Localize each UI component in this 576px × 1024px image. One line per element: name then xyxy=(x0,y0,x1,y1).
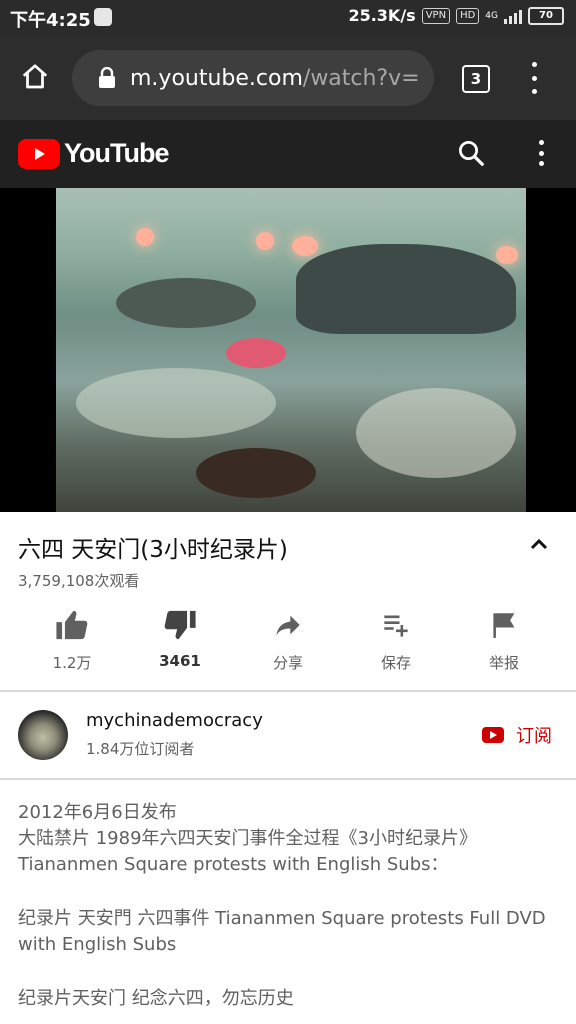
description-line: Tiananmen Square protests with English S… xyxy=(18,854,449,875)
url-text: m.youtube.com/watch?v= xyxy=(130,66,420,91)
chevron-up-icon xyxy=(530,538,548,550)
youtube-wordmark: YouTube xyxy=(64,138,169,168)
tab-count: 3 xyxy=(470,70,482,88)
thumbs-down-icon xyxy=(164,610,196,640)
browser-menu-button[interactable] xyxy=(528,62,540,94)
description-line: 纪录片天安门 纪念六四，勿忘历史 xyxy=(18,988,294,1009)
battery-level: 70 xyxy=(539,10,553,21)
tab-switcher-button[interactable]: 3 xyxy=(462,65,490,93)
report-label: 举报 xyxy=(488,654,519,672)
youtube-menu-button[interactable] xyxy=(536,140,546,166)
description-line: 纪录片 天安門 六四事件 Tiananmen Square protests F… xyxy=(18,908,546,955)
signal-icon xyxy=(504,8,522,24)
report-button[interactable]: 举报 xyxy=(454,604,554,673)
view-count: 3,759,108次观看 xyxy=(18,572,140,590)
like-button[interactable]: 1.2万 xyxy=(22,604,122,673)
status-indicators: 25.3K/s VPN HD 4G 70 xyxy=(348,6,564,25)
lock-icon xyxy=(99,67,115,88)
subscriber-count: 1.84万位订阅者 xyxy=(86,740,195,758)
status-time: 下午4:25 xyxy=(10,10,91,31)
like-count: 1.2万 xyxy=(52,654,92,672)
share-icon xyxy=(276,615,300,636)
save-button[interactable]: 保存 xyxy=(346,604,446,673)
search-icon xyxy=(459,141,484,166)
flag-icon xyxy=(493,613,515,638)
battery-icon: 70 xyxy=(528,6,564,25)
video-frame xyxy=(56,188,526,512)
youtube-header: YouTube xyxy=(0,120,576,188)
action-bar: 1.2万 3461 分享 保存 举报 xyxy=(0,604,576,690)
network-speed: 25.3K/s xyxy=(348,6,416,25)
share-label: 分享 xyxy=(272,654,303,672)
share-button[interactable]: 分享 xyxy=(238,604,338,673)
channel-row: mychinademocracy 1.84万位订阅者 订阅 xyxy=(0,692,576,778)
video-description: 2012年6月6日发布 大陆禁片 1989年六四天安门事件全过程《3小时纪录片》… xyxy=(18,800,558,1012)
browser-toolbar: m.youtube.com/watch?v= 3 xyxy=(0,36,576,120)
youtube-subscribe-icon xyxy=(482,727,504,743)
notification-app-icon xyxy=(94,8,112,26)
divider xyxy=(0,778,576,780)
url-host: m.youtube.com xyxy=(130,65,303,91)
subscribe-button[interactable]: 订阅 xyxy=(482,722,552,748)
address-bar[interactable]: m.youtube.com/watch?v= xyxy=(72,50,434,106)
youtube-play-icon xyxy=(18,138,60,169)
channel-avatar[interactable] xyxy=(18,710,68,760)
subscribe-label: 订阅 xyxy=(516,726,552,747)
dislike-button[interactable]: 3461 xyxy=(130,604,230,670)
dislike-count: 3461 xyxy=(159,652,201,670)
home-button[interactable] xyxy=(18,60,52,94)
video-title[interactable]: 六四 天安门(3小时纪录片) xyxy=(18,530,288,564)
publish-date: 2012年6月6日发布 xyxy=(18,802,177,823)
status-bar: 下午4:25 25.3K/s VPN HD 4G 70 xyxy=(0,0,576,36)
video-player[interactable] xyxy=(0,188,576,512)
url-path: /watch?v= xyxy=(302,65,420,91)
hd-badge: HD xyxy=(456,7,480,24)
channel-name[interactable]: mychinademocracy xyxy=(86,710,263,731)
home-icon xyxy=(22,64,48,89)
collapse-description-button[interactable] xyxy=(528,536,550,556)
vpn-badge: VPN xyxy=(421,7,451,24)
save-label: 保存 xyxy=(380,654,411,672)
search-button[interactable] xyxy=(456,138,486,172)
playlist-add-icon xyxy=(384,615,408,637)
network-type: 4G xyxy=(485,10,498,21)
youtube-logo[interactable]: YouTube xyxy=(18,138,169,169)
description-line: 大陆禁片 1989年六四天安门事件全过程《3小时纪录片》 xyxy=(18,828,477,849)
thumbs-up-icon xyxy=(56,610,88,640)
